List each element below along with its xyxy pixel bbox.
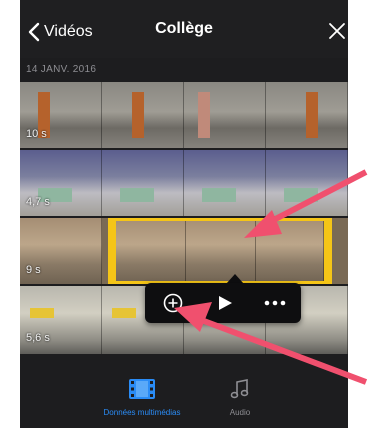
clip-thumbnail: [266, 150, 348, 216]
clip-thumbnail: [266, 82, 348, 148]
tab-audio-label: Audio: [229, 408, 251, 417]
tab-audio[interactable]: Audio: [180, 378, 300, 417]
clip-action-popover: [145, 283, 301, 323]
clip-thumbnail: [184, 82, 266, 148]
play-icon[interactable]: [215, 293, 235, 313]
navigation-bar: Vidéos Collège: [20, 0, 348, 58]
music-note-icon: [230, 379, 249, 399]
clip-thumbnail: [102, 82, 184, 148]
date-header: 14 JANV. 2016: [26, 64, 97, 75]
clip-thumbnail: [102, 150, 184, 216]
clip-thumbnail: [184, 150, 266, 216]
clip-row[interactable]: 10 s: [20, 82, 348, 148]
tab-bar: Données multimédias Audio: [20, 362, 348, 428]
page-title: Collège: [155, 20, 213, 37]
selected-clip-frame[interactable]: [108, 218, 332, 284]
app-screen: Vidéos Collège 14 JANV. 2016 10 s 4,7 s …: [20, 0, 348, 428]
clip-duration: 9 s: [26, 264, 41, 276]
clip-row[interactable]: 4,7 s: [20, 150, 348, 216]
clip-duration: 4,7 s: [26, 196, 50, 208]
more-icon[interactable]: [263, 293, 287, 313]
film-icon: [129, 379, 155, 399]
clip-duration: 5,6 s: [26, 332, 50, 344]
clip-row[interactable]: 9 s: [20, 218, 348, 284]
add-circle-icon[interactable]: [163, 293, 183, 313]
clip-duration: 10 s: [26, 128, 47, 140]
close-icon[interactable]: [328, 22, 346, 40]
